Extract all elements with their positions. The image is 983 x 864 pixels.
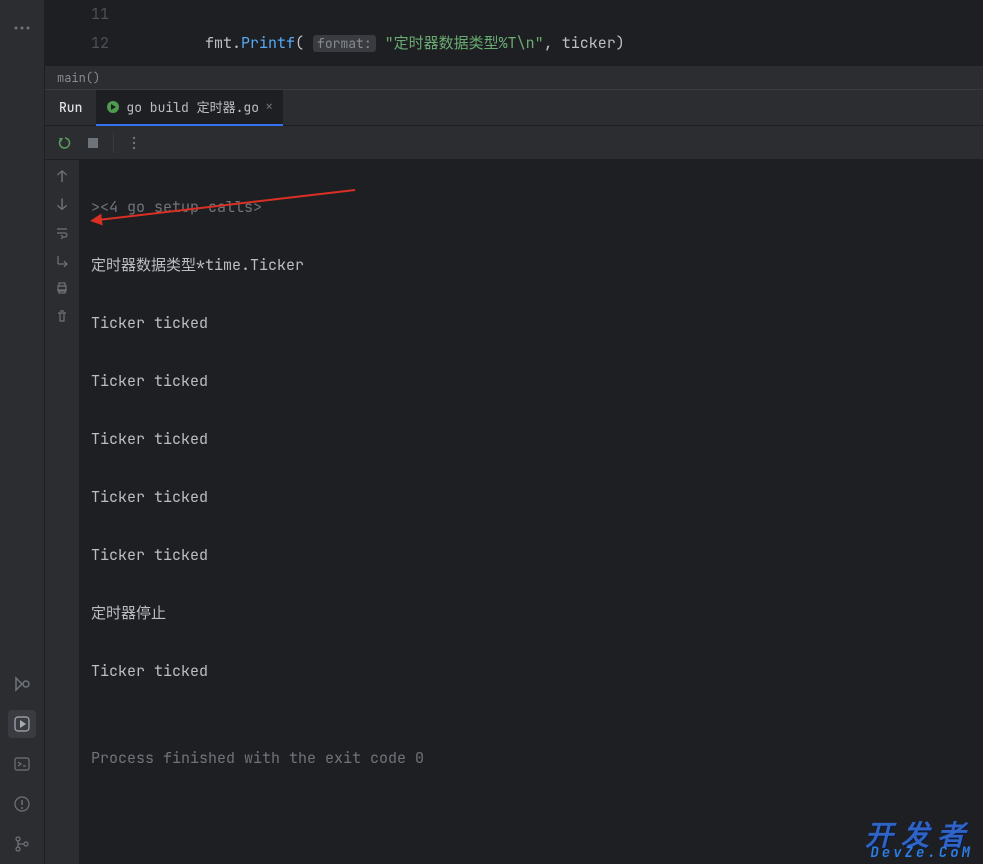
clear-icon[interactable] bbox=[52, 306, 72, 326]
run-tab-label: go build 定时器.go bbox=[126, 97, 259, 116]
down-arrow-icon[interactable]: ↓ bbox=[52, 194, 72, 214]
watermark-sub: DevZe.CoM bbox=[870, 844, 973, 862]
print-icon[interactable] bbox=[52, 278, 72, 298]
line-number: 11 bbox=[45, 0, 127, 29]
stop-button[interactable] bbox=[81, 131, 105, 155]
line-number: 13 bbox=[45, 58, 127, 65]
editor[interactable]: 11 12 13 14 15 16 17 18 19 20 21 22 23 2… bbox=[45, 0, 983, 65]
run-title: Run bbox=[45, 99, 96, 116]
code-content[interactable]: fmt.Printf( format: "定时器数据类型%T\n", ticke… bbox=[127, 0, 983, 65]
close-icon[interactable]: × bbox=[265, 98, 273, 116]
more-icon[interactable] bbox=[8, 14, 36, 42]
scroll-end-icon[interactable] bbox=[52, 250, 72, 270]
breadcrumb[interactable]: main() bbox=[45, 65, 983, 89]
run-toolbar bbox=[45, 126, 983, 160]
run-tab-icon bbox=[106, 100, 120, 114]
gutter: 11 12 13 14 15 16 17 18 19 20 21 22 23 2… bbox=[45, 0, 127, 65]
up-arrow-icon[interactable]: ↑ bbox=[52, 166, 72, 186]
more-options-button[interactable] bbox=[122, 131, 146, 155]
line-number: 12 bbox=[45, 29, 127, 58]
terminal-icon[interactable] bbox=[8, 750, 36, 778]
vcs-icon[interactable] bbox=[8, 830, 36, 858]
console-side-toolbar: ↑ ↓ bbox=[45, 160, 79, 864]
run-panel: Run go build 定时器.go × bbox=[45, 89, 983, 864]
console-output[interactable]: ><4 go setup calls> 定时器数据类型*time.Ticker … bbox=[79, 160, 983, 864]
rerun-button[interactable] bbox=[53, 131, 77, 155]
left-sidebar bbox=[0, 0, 45, 864]
run-icon[interactable] bbox=[8, 710, 36, 738]
problems-icon[interactable] bbox=[8, 790, 36, 818]
services-icon[interactable] bbox=[8, 670, 36, 698]
soft-wrap-icon[interactable] bbox=[52, 222, 72, 242]
run-config-tab[interactable]: go build 定时器.go × bbox=[96, 90, 283, 126]
